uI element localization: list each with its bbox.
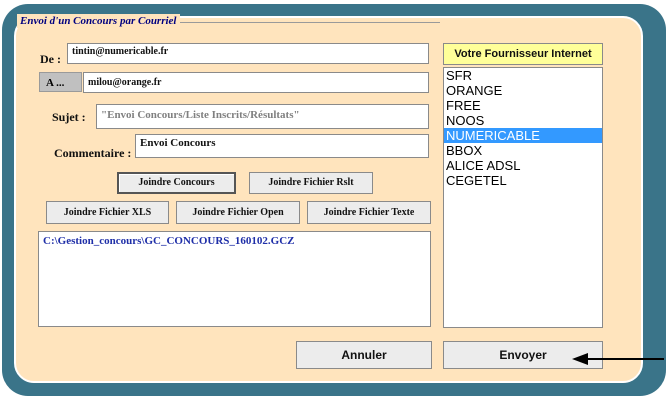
de-field[interactable]: tintin@numericable.fr [67,43,429,64]
dialog-title: Envoi d'un Concours par Courriel [17,14,180,28]
attachment-item[interactable]: C:\Gestion_concours\GC_CONCOURS_160102.G… [43,235,294,247]
provider-item-noos[interactable]: NOOS [444,113,602,128]
a-field[interactable]: milou@orange.fr [83,72,429,93]
left-arrow-icon [572,353,664,365]
provider-list[interactable]: SFR ORANGE FREE NOOS NUMERICABLE BBOX AL… [443,67,603,328]
provider-item-sfr[interactable]: SFR [444,68,602,83]
provider-item-cegetel[interactable]: CEGETEL [444,173,602,188]
de-label: De : [40,52,61,66]
provider-item-bbox[interactable]: BBOX [444,143,602,158]
provider-item-free[interactable]: FREE [444,98,602,113]
joindre-fichier-texte-button[interactable]: Joindre Fichier Texte [307,201,431,224]
attachments-list[interactable]: C:\Gestion_concours\GC_CONCOURS_160102.G… [38,231,431,327]
provider-item-numericable[interactable]: NUMERICABLE [444,128,602,143]
a-button[interactable]: A ... [39,72,82,92]
provider-item-alice-adsl[interactable]: ALICE ADSL [444,158,602,173]
provider-header: Votre Fournisseur Internet [443,43,603,65]
annuler-button[interactable]: Annuler [296,341,432,369]
joindre-fichier-open-button[interactable]: Joindre Fichier Open [176,201,300,224]
joindre-fichier-rslt-button[interactable]: Joindre Fichier Rslt [249,172,373,194]
provider-item-orange[interactable]: ORANGE [444,83,602,98]
sujet-field[interactable]: "Envoi Concours/Liste Inscrits/Résultats… [96,104,429,129]
commentaire-field[interactable]: Envoi Concours [135,134,429,158]
commentaire-label: Commentaire : [54,146,132,160]
joindre-concours-button[interactable]: Joindre Concours [117,172,236,194]
sujet-label: Sujet : [52,110,86,124]
joindre-fichier-xls-button[interactable]: Joindre Fichier XLS [46,201,169,224]
